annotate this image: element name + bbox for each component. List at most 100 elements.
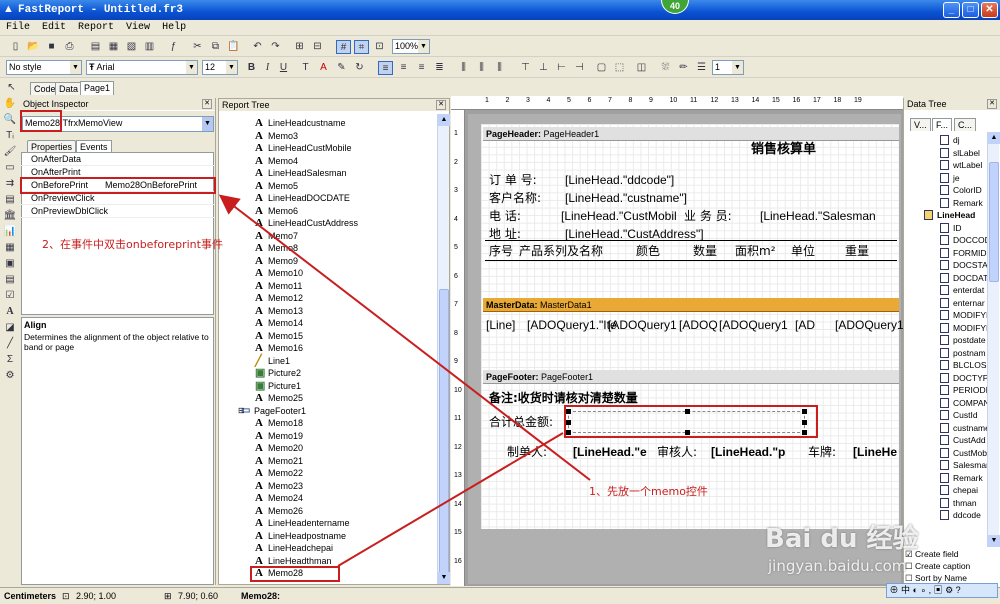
report-tree-item[interactable]: A LineHeadchepai	[255, 542, 333, 555]
align-right-icon[interactable]: ≡	[414, 61, 429, 75]
notification-badge[interactable]: 40	[661, 0, 689, 14]
report-tree-item[interactable]: A Memo16	[255, 342, 303, 355]
memo-label[interactable]: 客户名称:	[489, 191, 541, 205]
scroll-down-icon[interactable]: ▼	[438, 572, 450, 584]
tab-data[interactable]: Data	[55, 82, 83, 95]
tab-variables[interactable]: V...	[910, 118, 931, 131]
report-tree-item[interactable]: A Memo19	[255, 430, 303, 443]
report-tree-item[interactable]: A Memo26	[255, 505, 303, 518]
data-field[interactable]: [ADOQuery1	[719, 318, 788, 332]
report-tree-item[interactable]: A Memo4	[255, 155, 298, 168]
font-settings-icon[interactable]: T	[298, 61, 313, 75]
picture-icon[interactable]: ▣	[2, 256, 18, 272]
new-page-icon[interactable]: ▤	[88, 40, 103, 54]
ime-toolbar[interactable]: ⊕ 中 ◐ ∘ , ▣ ⚙ ?	[886, 583, 998, 598]
report-tree-item[interactable]: A Memo9	[255, 255, 298, 268]
style-combo[interactable]: No style ▼	[6, 60, 82, 75]
cross-tab-icon[interactable]: ▦	[2, 240, 18, 256]
report-tree-item[interactable]: A Memo23	[255, 480, 303, 493]
data-field[interactable]: [ADOQuery1	[608, 318, 677, 332]
report-tree-item[interactable]: ▣ Picture2	[255, 367, 301, 380]
report-tree-scrollbar[interactable]: ▲ ▼	[437, 114, 450, 584]
data-tree-field[interactable]: custname	[940, 422, 990, 435]
data-field[interactable]: [ADOQuery1	[835, 318, 904, 332]
memo-field[interactable]: [LineHead."CustMobil	[561, 209, 677, 223]
frame-width-combo[interactable]: 1 ▼	[712, 60, 744, 75]
new-icon[interactable]: ▯	[8, 40, 23, 54]
report-tree-item[interactable]: A LineHeadcustname	[255, 117, 346, 130]
report-tree-item[interactable]: A Memo24	[255, 492, 303, 505]
minimize-button[interactable]: _	[943, 2, 960, 18]
column-header[interactable]: 数量	[693, 244, 717, 258]
memo-field[interactable]: [LineHead."custname"]	[565, 191, 687, 205]
band-icon[interactable]: ▭	[2, 160, 18, 176]
data-tree-field[interactable]: je	[940, 172, 960, 185]
memo-field[interactable]: [LineHead."e	[573, 445, 647, 459]
align-bottom-icon[interactable]: ⫼	[492, 61, 507, 75]
data-tree-field[interactable]: postnam	[940, 347, 986, 360]
sum-tool-icon[interactable]: Σ	[2, 352, 18, 368]
line-tool-icon[interactable]: ╱	[2, 336, 18, 352]
create-caption-option[interactable]: ☐ Create caption	[905, 561, 970, 572]
report-tree-item[interactable]: A Memo3	[255, 130, 298, 143]
fit-to-grid-icon[interactable]: ⊡	[372, 40, 387, 54]
data-tree-field[interactable]: chepai	[940, 484, 978, 497]
memo-label[interactable]: 审核人:	[657, 445, 697, 459]
fill-color-icon[interactable]: ⛆	[658, 61, 673, 75]
report-tree-item[interactable]: A Memo15	[255, 330, 303, 343]
report-tree-item[interactable]: A Memo20	[255, 442, 303, 455]
data-field[interactable]: [ADOQ	[679, 318, 718, 332]
memo-field[interactable]: [LineHead."CustAddress"]	[565, 227, 704, 241]
page-settings-icon[interactable]: ▥	[142, 40, 157, 54]
zoom-tool-icon[interactable]: 🔍	[2, 112, 18, 128]
close-icon[interactable]: ✕	[436, 100, 446, 110]
chart-icon[interactable]: 📊	[2, 224, 18, 240]
report-tree-item[interactable]: A Memo5	[255, 180, 298, 193]
memo-field[interactable]: [LineHead."ddcode"]	[565, 173, 674, 187]
column-header[interactable]: 面积m²	[735, 244, 776, 258]
report-tree-item[interactable]: A Memo14	[255, 317, 303, 330]
new-dialog-icon[interactable]: ▦	[106, 40, 121, 54]
data-tree-field[interactable]: PERIODI	[940, 384, 988, 397]
group-icon[interactable]: ⊞	[292, 40, 307, 54]
total-amount-label[interactable]: 合计总金额:	[489, 415, 553, 429]
footer-note[interactable]: 备注:收货时请核对清楚数量	[489, 391, 638, 405]
align-center-icon[interactable]: ≡	[396, 61, 411, 75]
report-tree-item[interactable]: A Memo12	[255, 292, 303, 305]
pageheader-band-title[interactable]: PageHeader: PageHeader1	[483, 127, 899, 141]
data-tree-field[interactable]: wtLabel	[940, 159, 982, 172]
frame-bottom-icon[interactable]: ⊥	[536, 61, 551, 75]
masterdata-band-title[interactable]: MasterData: MasterData1	[483, 298, 899, 312]
pagefooter-band-title[interactable]: PageFooter: PageFooter1	[483, 370, 899, 384]
rotation-icon[interactable]: ↻	[352, 61, 367, 75]
data-tree-field[interactable]: Remark	[940, 472, 983, 485]
font-color-icon[interactable]: A	[316, 61, 331, 75]
report-tree-item[interactable]: A Memo11	[255, 280, 302, 293]
report-tree-item[interactable]: ╱ Line1	[255, 355, 290, 368]
select-tool-icon[interactable]: ↖	[4, 81, 19, 95]
memo-label[interactable]: 车牌:	[808, 445, 836, 459]
memo-tool-icon[interactable]: A	[2, 304, 18, 320]
column-header[interactable]: 序号	[489, 244, 513, 258]
frame-color-icon[interactable]: ✏	[676, 61, 691, 75]
report-tree-item[interactable]: A LineHeadCustMobile	[255, 142, 352, 155]
show-grid-icon[interactable]: #	[336, 40, 351, 54]
memo-label[interactable]: 订 单 号:	[489, 173, 537, 187]
save-icon[interactable]: ■	[44, 40, 59, 54]
tab-classes[interactable]: C...	[954, 118, 977, 131]
data-tree-field[interactable]: enternar	[940, 297, 985, 310]
font-size-combo[interactable]: 12 ▼	[202, 60, 238, 75]
frame-right-icon[interactable]: ⊣	[572, 61, 587, 75]
frame-left-icon[interactable]: ⊢	[554, 61, 569, 75]
database-icon[interactable]: 🏛	[2, 208, 18, 224]
data-tree-field[interactable]: MODIFYI	[940, 322, 988, 335]
close-icon[interactable]: ✕	[987, 99, 997, 109]
rich-text-icon[interactable]: ▤	[2, 272, 18, 288]
cut-icon[interactable]: ✂	[190, 40, 205, 54]
report-tree-item[interactable]: A Memo10	[255, 267, 303, 280]
frame-none-icon[interactable]: ⬚	[612, 61, 627, 75]
report-heading[interactable]: 销售核算单	[751, 143, 816, 157]
data-tree-field[interactable]: ID	[940, 222, 962, 235]
report-tree-band[interactable]: ⊟ ▭ PageFooter1	[238, 405, 306, 418]
data-tree-field[interactable]: Salesmar	[940, 459, 989, 472]
